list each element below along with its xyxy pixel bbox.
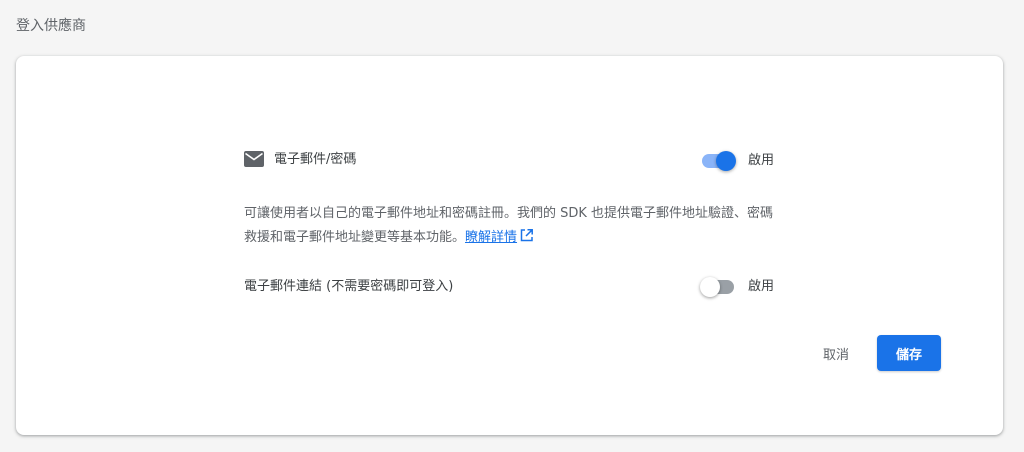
email-link-enable-toggle[interactable]: [700, 275, 738, 299]
page-title: 登入供應商: [16, 18, 86, 34]
toggle-thumb: [700, 277, 720, 297]
email-password-enable-label: 啟用: [748, 153, 775, 168]
email-link-label: 電子郵件連結 (不需要密碼即可登入): [244, 279, 454, 294]
email-password-provider-row: 電子郵件/密碼: [244, 149, 776, 173]
provider-description: 可讓使用者以自己的電子郵件地址和密碼註冊。我們的 SDK 也提供電子郵件地址驗證…: [244, 202, 784, 250]
open-in-new-icon[interactable]: [520, 227, 533, 242]
cancel-button[interactable]: 取消: [805, 335, 867, 371]
provider-label: 電子郵件/密碼: [274, 152, 357, 167]
toggle-thumb: [716, 151, 736, 171]
save-button[interactable]: 儲存: [877, 335, 941, 371]
sign-in-provider-card: 電子郵件/密碼 啟用 可讓使用者以自己的電子郵件地址和密碼註冊。我們的 SDK …: [16, 56, 1003, 435]
email-password-enable-toggle[interactable]: [700, 149, 738, 173]
learn-more-label: 瞭解詳情: [465, 230, 518, 245]
mail-icon: [244, 151, 264, 167]
learn-more-link[interactable]: 瞭解詳情: [465, 230, 517, 245]
email-link-enable-label: 啟用: [748, 279, 775, 294]
